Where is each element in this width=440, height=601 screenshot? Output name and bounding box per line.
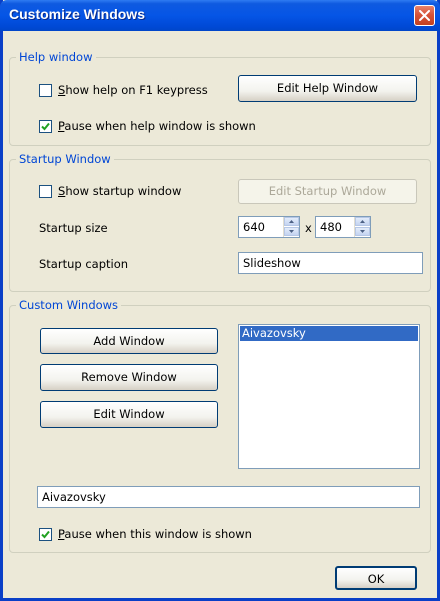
spin-up-button[interactable]: [355, 217, 370, 226]
window-title: Customize Windows: [9, 6, 145, 22]
custom-windows-group: Custom Windows Add Window Remove Window …: [9, 298, 431, 553]
remove-window-button[interactable]: Remove Window: [40, 364, 218, 391]
close-button[interactable]: [414, 5, 435, 26]
pause-window-checkbox[interactable]: [39, 528, 52, 541]
startup-height-value: 480: [320, 220, 342, 234]
startup-size-label: Startup size: [39, 221, 108, 235]
remove-window-label: Remove Window: [81, 370, 177, 384]
pause-window-label[interactable]: Pause when this window is shown: [58, 527, 252, 541]
arrow-up-icon: [360, 220, 365, 223]
arrow-down-icon: [360, 230, 365, 233]
list-item-label: Aivazovsky: [242, 326, 306, 340]
customize-windows-dialog: Customize Windows Help window Show help …: [0, 0, 440, 601]
show-startup-checkbox[interactable]: [39, 185, 52, 198]
edit-window-label: Edit Window: [93, 407, 165, 421]
startup-caption-label: Startup caption: [39, 257, 129, 271]
window-name-field[interactable]: Aivazovsky: [37, 486, 420, 508]
add-window-label: Add Window: [93, 334, 165, 348]
list-item[interactable]: Aivazovsky: [240, 326, 418, 341]
show-help-label[interactable]: Show help on F1 keypress: [58, 83, 208, 97]
startup-height-spinner[interactable]: [354, 217, 370, 237]
startup-caption-field[interactable]: Slideshow: [238, 252, 423, 274]
ok-button[interactable]: OK: [335, 566, 417, 590]
window-name-value: Aivazovsky: [42, 490, 106, 504]
arrow-down-icon: [289, 230, 294, 233]
arrow-up-icon: [289, 220, 294, 223]
show-startup-label[interactable]: Show startup window: [58, 184, 181, 198]
close-x-icon: [419, 10, 430, 21]
size-times-sign: x: [305, 221, 312, 235]
check-mark-icon: [41, 122, 50, 131]
ok-label: OK: [367, 572, 385, 586]
startup-width-spinner[interactable]: [283, 217, 299, 237]
custom-windows-group-label: Custom Windows: [16, 298, 122, 312]
check-mark-icon: [41, 530, 50, 539]
startup-width-field[interactable]: 640: [238, 216, 300, 238]
show-help-checkbox[interactable]: [39, 84, 52, 97]
startup-width-value: 640: [243, 220, 265, 234]
startup-caption-value: Slideshow: [243, 256, 301, 270]
edit-help-window-label: Edit Help Window: [276, 81, 379, 95]
add-window-button[interactable]: Add Window: [40, 328, 218, 354]
pause-help-label[interactable]: Pause when help window is shown: [58, 119, 256, 133]
spin-up-button[interactable]: [284, 217, 299, 226]
edit-window-button[interactable]: Edit Window: [40, 401, 218, 428]
startup-window-group-label: Startup Window: [16, 152, 114, 166]
custom-windows-list[interactable]: Aivazovsky: [238, 324, 420, 469]
pause-help-checkbox[interactable]: [39, 120, 52, 133]
startup-window-group: Startup Window Show startup window Edit …: [9, 152, 431, 292]
edit-startup-window-label: Edit Startup Window: [268, 184, 387, 198]
help-window-group: Help window Show help on F1 keypress Edi…: [9, 50, 431, 146]
help-window-group-label: Help window: [16, 50, 96, 64]
startup-height-field[interactable]: 480: [315, 216, 371, 238]
title-bar[interactable]: Customize Windows: [0, 0, 440, 31]
edit-startup-window-button[interactable]: Edit Startup Window: [238, 179, 417, 204]
spin-down-button[interactable]: [284, 227, 299, 236]
edit-help-window-button[interactable]: Edit Help Window: [238, 75, 417, 102]
spin-down-button[interactable]: [355, 227, 370, 236]
